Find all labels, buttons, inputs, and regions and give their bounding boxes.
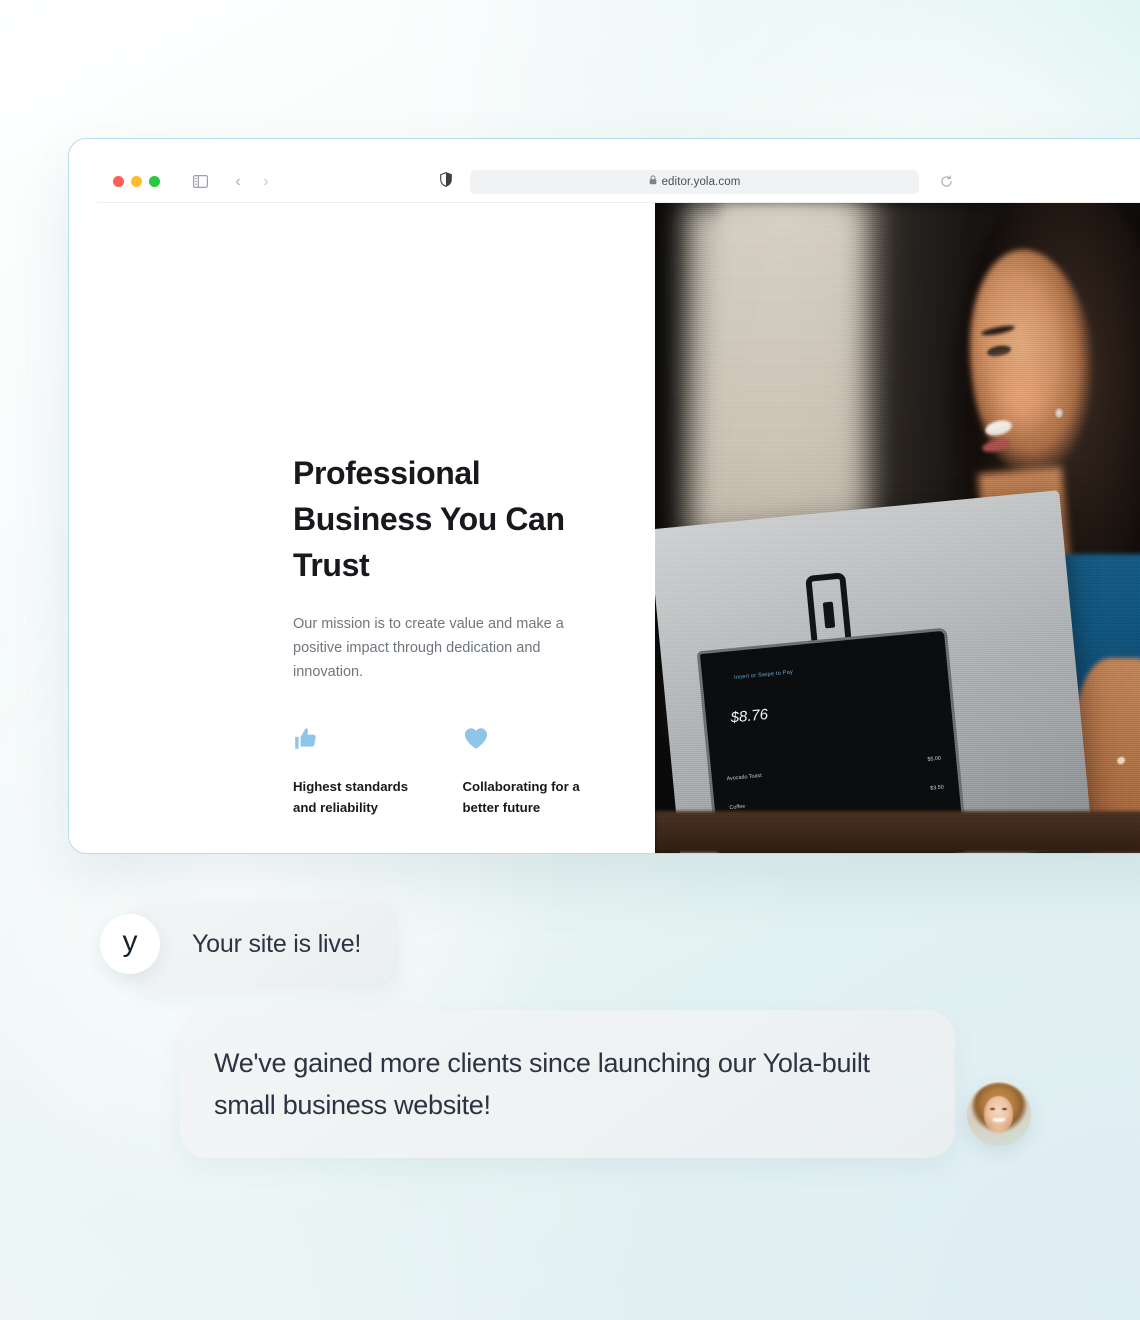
yola-logo-avatar: y bbox=[100, 914, 160, 974]
chat-bubble-yola: Your site is live! bbox=[130, 900, 400, 988]
sidebar-toggle-icon[interactable] bbox=[189, 171, 211, 193]
minimize-window-button[interactable] bbox=[131, 176, 142, 187]
heart-icon bbox=[463, 726, 594, 756]
feature-label: Collaborating for a better future bbox=[462, 779, 580, 815]
browser-window: ‹ › editor.yola.com Professional Busines… bbox=[68, 138, 1140, 854]
thumbs-up-icon bbox=[293, 726, 424, 756]
feature-list: Highest standards and reliability Collab… bbox=[293, 726, 593, 818]
hero-image: Insert or Swipe to Pay $8.76 Avocado Toa… bbox=[655, 203, 1140, 853]
feature-item: Highest standards and reliability bbox=[293, 726, 424, 818]
website-viewport: Professional Business You Can Trust Our … bbox=[97, 203, 1140, 853]
chat-section: y Your site is live! We've gained more c… bbox=[0, 900, 1140, 1158]
close-window-button[interactable] bbox=[113, 176, 124, 187]
customer-avatar bbox=[967, 1082, 1031, 1146]
page-title: Professional Business You Can Trust bbox=[293, 455, 565, 583]
window-traffic-lights[interactable] bbox=[113, 176, 160, 187]
chat-message-customer: We've gained more clients since launchin… bbox=[0, 1010, 1140, 1158]
hero-subtitle: Our mission is to create value and make … bbox=[293, 616, 564, 680]
privacy-shield-icon[interactable] bbox=[440, 171, 452, 192]
address-bar[interactable]: editor.yola.com bbox=[470, 169, 919, 194]
reload-icon[interactable] bbox=[935, 171, 957, 193]
forward-button[interactable]: › bbox=[255, 171, 277, 193]
feature-item: Collaborating for a better future bbox=[463, 726, 594, 818]
browser-toolbar: ‹ › editor.yola.com bbox=[97, 161, 1140, 203]
back-button[interactable]: ‹ bbox=[227, 171, 249, 193]
chat-message-yola: y Your site is live! bbox=[0, 900, 1140, 988]
chat-bubble-customer: We've gained more clients since launchin… bbox=[180, 1010, 955, 1158]
hero-text-panel: Professional Business You Can Trust Our … bbox=[97, 203, 655, 853]
maximize-window-button[interactable] bbox=[149, 176, 160, 187]
url-text: editor.yola.com bbox=[661, 175, 741, 188]
feature-label: Highest standards and reliability bbox=[293, 779, 409, 815]
lock-icon bbox=[649, 175, 657, 188]
